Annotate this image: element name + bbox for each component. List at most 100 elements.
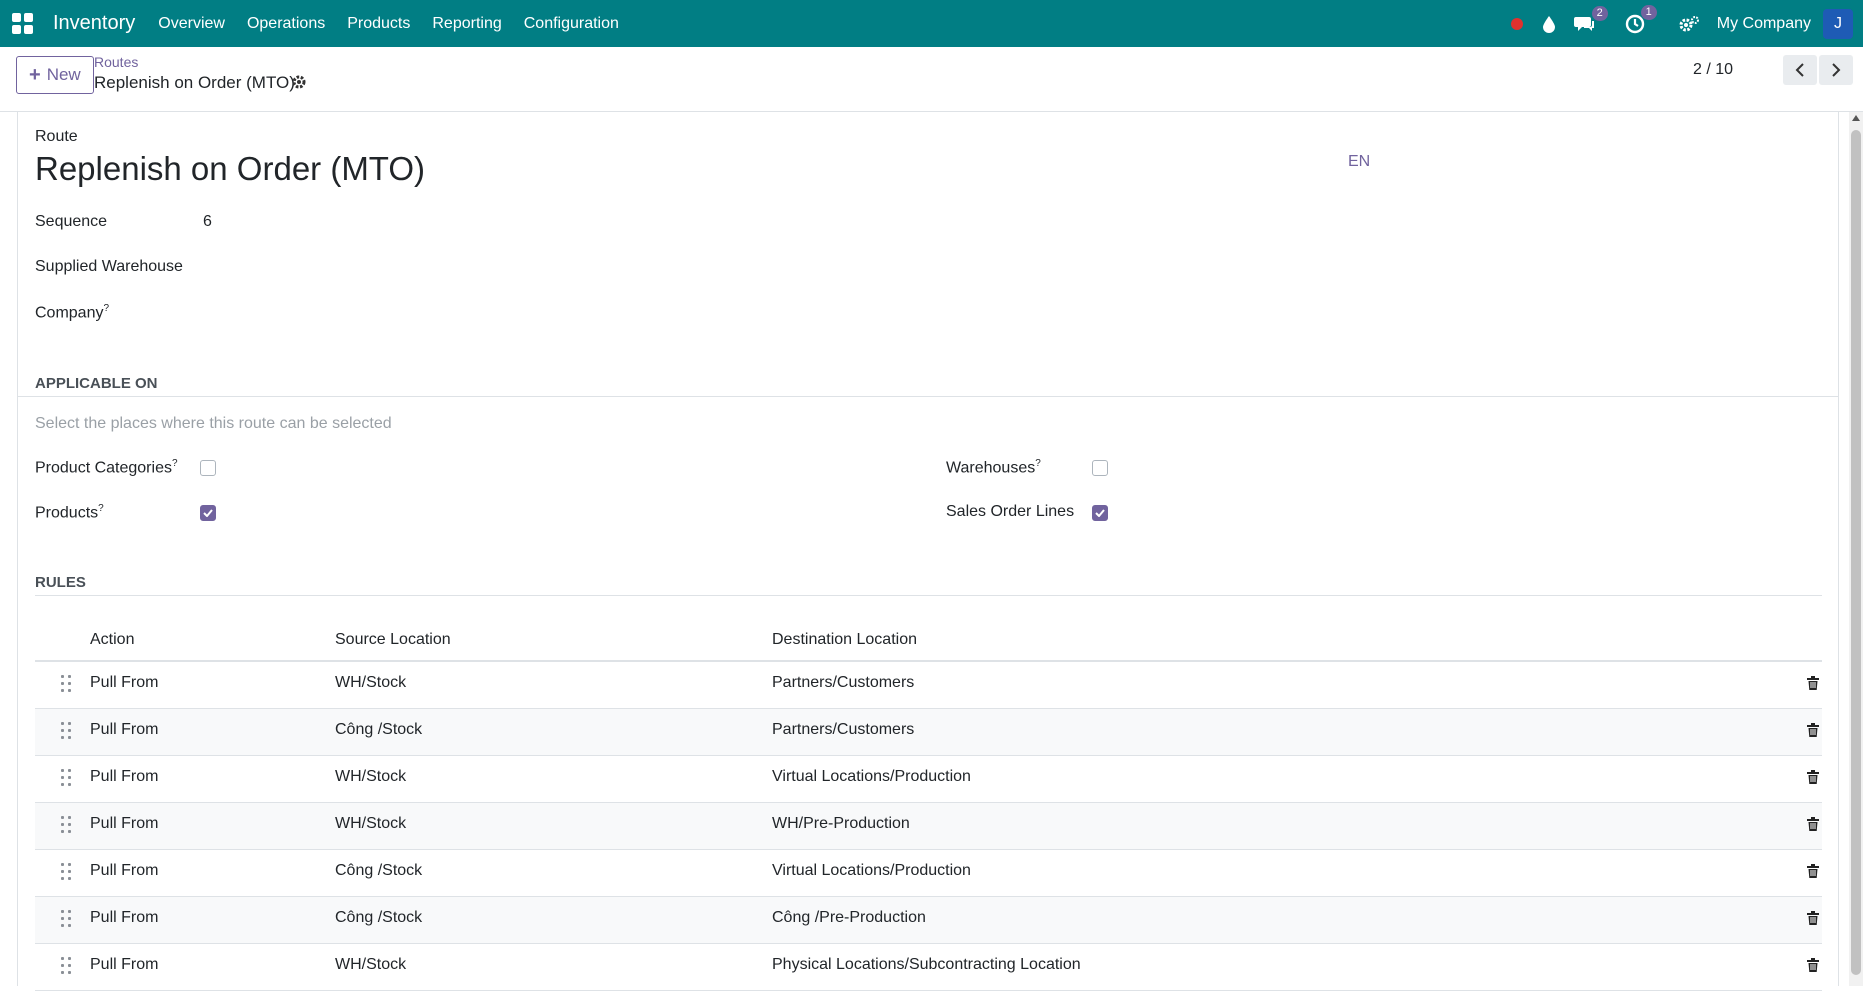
messages-badge: 2 [1591,5,1608,21]
table-row[interactable]: Pull From Công /Stock Virtual Locations/Pr… [35,850,1822,897]
trash-icon[interactable] [1807,817,1819,836]
activities-badge: 1 [1640,4,1657,20]
rule-action: Pull From [90,674,159,691]
drag-handle-icon[interactable] [61,863,71,881]
trash-icon[interactable] [1807,770,1819,789]
gear-icon[interactable] [291,74,307,95]
tooltip-mark[interactable]: ? [172,458,178,469]
table-row[interactable]: Pull From WH/Stock WH/Pre-Production [35,803,1822,850]
trash-icon[interactable] [1807,723,1819,742]
record-indicator-icon[interactable] [1510,17,1524,31]
trash-icon[interactable] [1807,911,1819,930]
chevron-right-icon [1832,63,1841,77]
user-avatar[interactable]: J [1823,8,1853,39]
products-label: Products? [35,503,104,522]
water-drop-icon[interactable] [1542,15,1556,33]
sequence-field[interactable]: 6 [203,213,212,231]
warehouses-label: Warehouses? [946,458,1041,477]
company-field[interactable] [203,297,803,325]
rule-destination: WH/Pre-Production [772,815,910,832]
menu-reporting[interactable]: Reporting [421,15,512,33]
column-source-location[interactable]: Source Location [335,631,451,649]
warehouses-checkbox[interactable] [1092,460,1108,476]
rules-table: Action Source Location Destination Locat… [35,612,1822,991]
table-row[interactable]: Pull From WH/Stock Virtual Locations/Produ… [35,756,1822,803]
table-row[interactable]: Pull From WH/Stock Partners/Customers [35,662,1822,709]
chevron-left-icon [1795,63,1804,77]
supplied-warehouse-label: Supplied Warehouse [35,258,183,275]
table-row[interactable]: Pull From WH/Stock Physical Locations/Subc… [35,944,1822,991]
table-row[interactable]: Pull From Công /Stock Partners/Customers [35,709,1822,756]
drag-handle-icon[interactable] [61,769,71,787]
new-button[interactable]: + New [16,56,94,94]
rule-destination: Partners/Customers [772,721,915,738]
trash-icon[interactable] [1807,676,1819,695]
rule-source: Công /Stock [335,721,423,738]
trash-icon[interactable] [1807,958,1819,977]
plus-icon: + [29,63,41,86]
section-divider [18,396,1838,397]
section-divider [35,595,1822,596]
trash-icon[interactable] [1807,864,1819,883]
breadcrumb-current: Replenish on Order (MTO) [94,73,295,92]
column-destination-location[interactable]: Destination Location [772,631,917,649]
menu-configuration[interactable]: Configuration [513,15,630,33]
top-navbar: Inventory Overview Operations Products R… [0,0,1863,47]
company-switcher[interactable]: My Company [1717,15,1811,33]
route-name-field[interactable]: Replenish on Order (MTO) [35,150,425,188]
pager-previous-button[interactable] [1783,55,1817,85]
drag-handle-icon[interactable] [61,675,71,693]
settings-gears-icon[interactable] [1678,15,1700,33]
route-label: Route [35,128,78,145]
supplied-warehouse-field[interactable] [203,252,803,280]
rule-source: Công /Stock [335,909,423,926]
drag-handle-icon[interactable] [61,722,71,740]
rule-action: Pull From [90,768,159,785]
tooltip-mark[interactable]: ? [1035,458,1041,469]
menu-overview[interactable]: Overview [147,15,236,33]
rule-action: Pull From [90,956,159,973]
new-button-label: New [46,65,81,84]
rule-destination: Công /Pre-Production [772,909,926,926]
app-switcher-icon[interactable] [12,12,34,35]
activities-icon[interactable]: 1 [1625,4,1657,34]
pager-next-button[interactable] [1819,55,1853,85]
sales-order-lines-checkbox[interactable] [1092,505,1108,521]
drag-handle-icon[interactable] [61,910,71,928]
rule-destination: Physical Locations/Subcontracting Locati… [772,956,1081,973]
app-name[interactable]: Inventory [53,12,135,35]
menu-operations[interactable]: Operations [236,15,336,33]
rule-destination: Virtual Locations/Production [772,862,971,879]
checkmark-icon [203,509,213,517]
rule-source: WH/Stock [335,815,407,832]
sales-order-lines-label: Sales Order Lines [946,503,1075,520]
control-panel: + New Routes Replenish on Order (MTO) 2 … [0,47,1863,112]
tooltip-mark[interactable]: ? [98,503,104,514]
table-row[interactable]: Pull From Công /Stock Công /Pre-Production [35,897,1822,944]
rule-action: Pull From [90,909,159,926]
rules-title: Rules [35,574,86,591]
products-checkbox[interactable] [200,505,216,521]
rule-source: WH/Stock [335,956,407,973]
checkmark-icon [1095,509,1105,517]
product-categories-checkbox[interactable] [200,460,216,476]
menu-products[interactable]: Products [336,15,421,33]
rule-destination: Partners/Customers [772,674,915,691]
rule-source: WH/Stock [335,674,407,691]
breadcrumb-routes[interactable]: Routes [94,54,138,70]
messages-icon[interactable]: 2 [1573,5,1608,33]
rule-action: Pull From [90,862,159,879]
drag-handle-icon[interactable] [61,957,71,975]
drag-handle-icon[interactable] [61,816,71,834]
scrollbar-thumb[interactable] [1851,130,1861,975]
column-action[interactable]: Action [90,631,134,649]
scroll-up-arrow-icon[interactable] [1852,115,1860,121]
rule-destination: Virtual Locations/Production [772,768,971,785]
rule-source: Công /Stock [335,862,423,879]
tooltip-mark[interactable]: ? [103,303,109,314]
vertical-scrollbar[interactable] [1849,112,1863,986]
pager-value[interactable]: 2 / 10 [1693,61,1733,79]
rule-source: WH/Stock [335,768,407,785]
applicable-hint: Select the places where this route can b… [35,415,392,432]
language-button[interactable]: EN [1348,153,1370,171]
